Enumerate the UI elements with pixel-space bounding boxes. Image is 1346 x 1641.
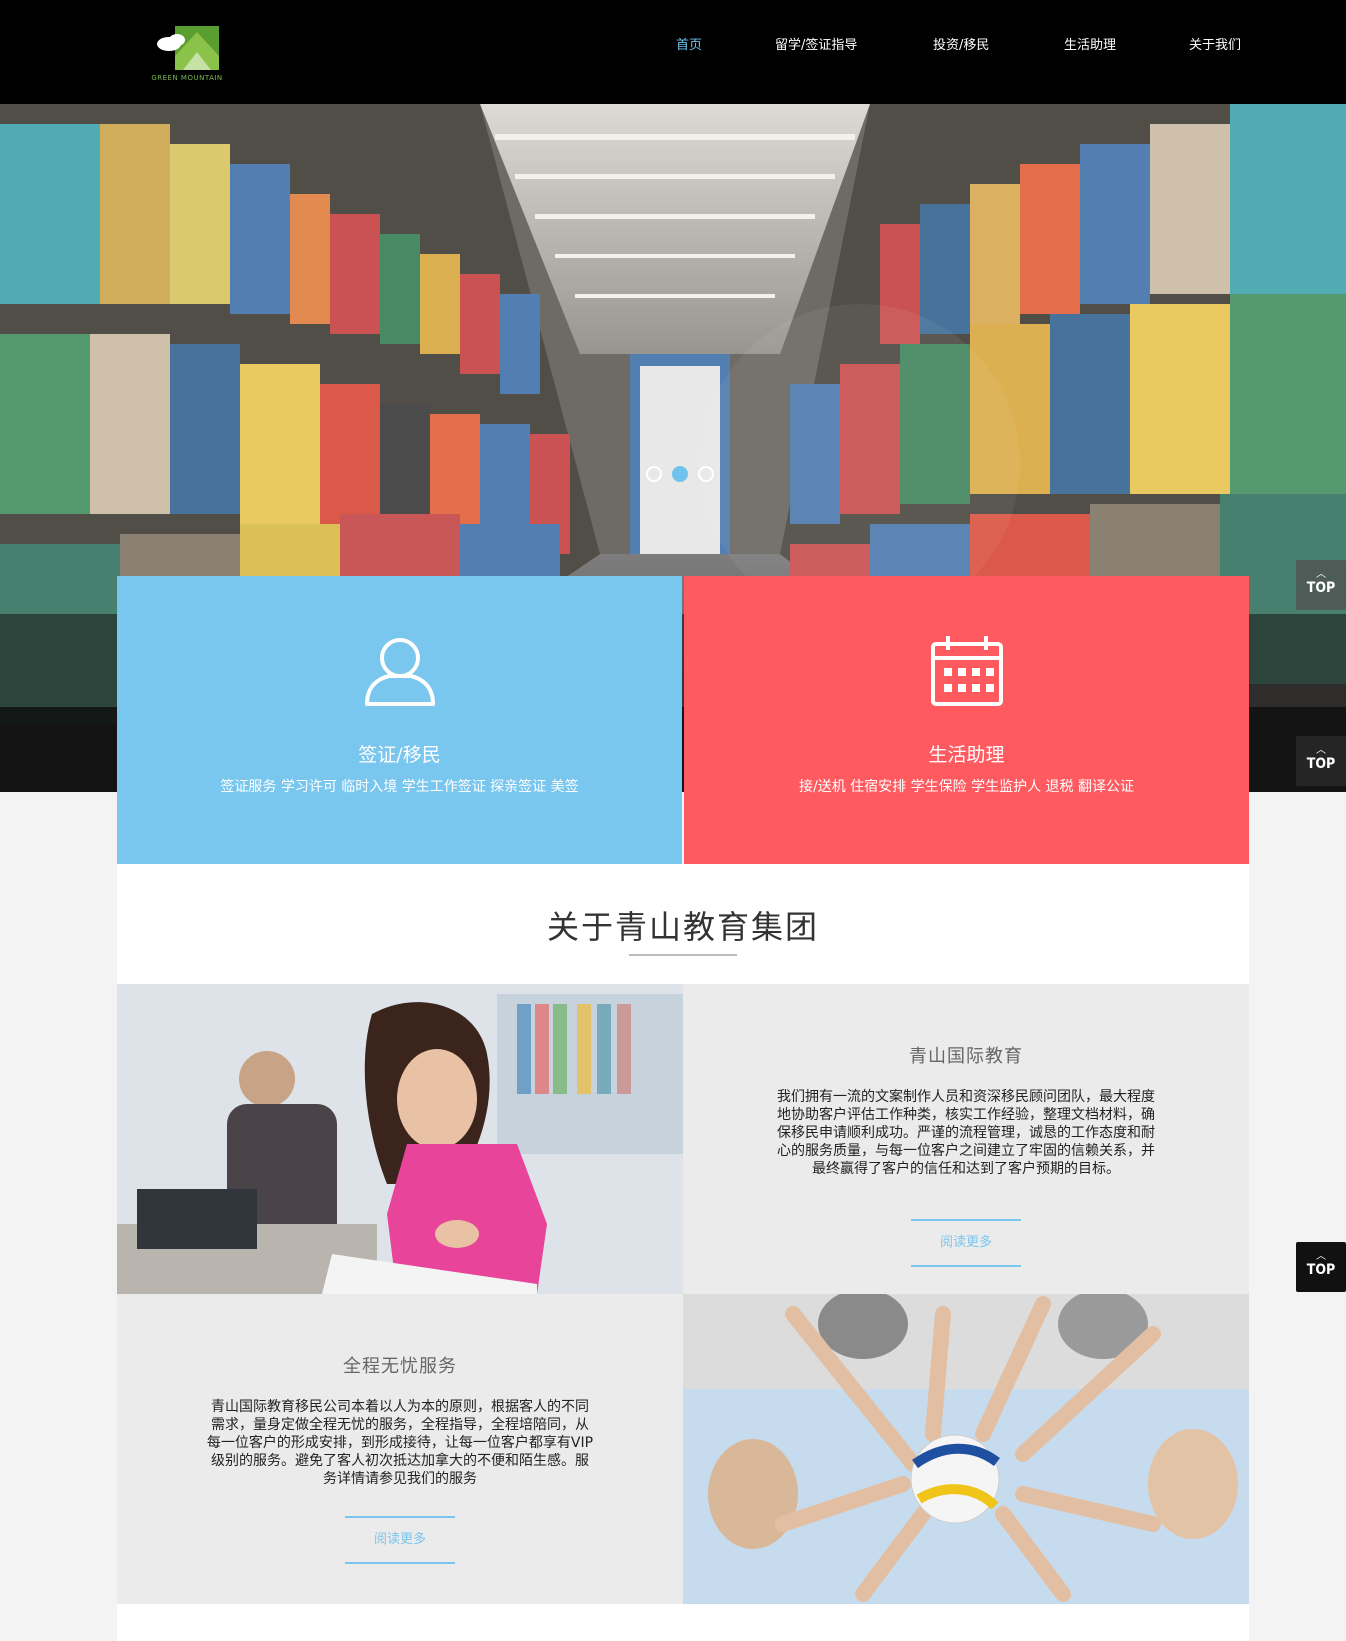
about-title: 关于青山教育集团 bbox=[546, 908, 819, 946]
main-nav: 首页 留学/签证指导 投资/移民 生活助理 关于我们 bbox=[0, 34, 1346, 58]
chevron-up-icon: ︿ bbox=[1316, 745, 1326, 756]
nav-study-visa[interactable]: 留学/签证指导 bbox=[775, 34, 857, 53]
tile-title: 生活助理 bbox=[928, 744, 1005, 766]
top-label: TOP bbox=[1306, 1262, 1336, 1278]
tile-life-assistant[interactable]: 生活助理 接/送机 住宿安排 学生保险 学生监护人 退税 翻译公证 bbox=[684, 576, 1249, 864]
back-to-top-button[interactable]: ︿ TOP bbox=[1296, 736, 1346, 786]
top-label: TOP bbox=[1306, 580, 1336, 596]
block-heading: 青山国际教育 bbox=[909, 1046, 1023, 1067]
chevron-up-icon: ︿ bbox=[1316, 1251, 1326, 1262]
nav-home[interactable]: 首页 bbox=[676, 34, 702, 53]
student-reading-photo bbox=[117, 984, 683, 1294]
calendar-icon bbox=[930, 636, 1003, 706]
logo-text: GREEN MOUNTAIN bbox=[151, 74, 223, 82]
team-volleyball-photo bbox=[683, 1294, 1249, 1604]
back-to-top-button[interactable]: ︿ TOP bbox=[1296, 560, 1346, 610]
chevron-up-icon: ︿ bbox=[1316, 569, 1326, 580]
slider-dot-3[interactable] bbox=[698, 466, 714, 482]
tile-subtitle: 签证服务 学习许可 临时入境 学生工作签证 探亲签证 美签 bbox=[220, 779, 579, 795]
title-divider bbox=[629, 954, 737, 956]
about-grid: 青山国际教育 我们拥有一流的文案制作人员和资深移民顾问团队，最大程度地协助客户评… bbox=[117, 984, 1249, 1604]
about-block-education: 青山国际教育 我们拥有一流的文案制作人员和资深移民顾问团队，最大程度地协助客户评… bbox=[683, 984, 1249, 1294]
block-body: 我们拥有一流的文案制作人员和资深移民顾问团队，最大程度地协助客户评估工作种类，核… bbox=[777, 1089, 1155, 1177]
nav-life-assistant[interactable]: 生活助理 bbox=[1064, 34, 1116, 53]
block-body: 青山国际教育移民公司本着以人为本的原则，根据客人的不同需求，量身定做全程无忧的服… bbox=[206, 1399, 594, 1487]
read-more-button[interactable]: 阅读更多 bbox=[345, 1516, 455, 1564]
tile-visa-immigration[interactable]: 签证/移民 签证服务 学习许可 临时入境 学生工作签证 探亲签证 美签 bbox=[117, 576, 682, 864]
nav-about-us[interactable]: 关于我们 bbox=[1189, 34, 1241, 53]
tile-title: 签证/移民 bbox=[358, 744, 441, 766]
site-header: GREEN MOUNTAIN 首页 留学/签证指导 投资/移民 生活助理 关于我… bbox=[0, 0, 1346, 104]
read-more-button[interactable]: 阅读更多 bbox=[911, 1219, 1021, 1267]
slider-dots bbox=[646, 466, 736, 490]
about-block-service: 全程无忧服务 青山国际教育移民公司本着以人为本的原则，根据客人的不同需求，量身定… bbox=[117, 1294, 683, 1604]
slider-dot-1[interactable] bbox=[646, 466, 662, 482]
slider-dot-2[interactable] bbox=[672, 466, 688, 482]
block-heading: 全程无忧服务 bbox=[343, 1356, 457, 1377]
nav-invest-immigration[interactable]: 投资/移民 bbox=[933, 34, 989, 53]
user-icon bbox=[364, 638, 435, 706]
tile-subtitle: 接/送机 住宿安排 学生保险 学生监护人 退税 翻译公证 bbox=[799, 779, 1134, 795]
about-section: 关于青山教育集团 青山国际教育 我们拥有一流的文案制作人员和资深移民顾问团队，最… bbox=[117, 864, 1249, 1641]
back-to-top-button[interactable]: ︿ TOP bbox=[1296, 1242, 1346, 1292]
top-label: TOP bbox=[1306, 756, 1336, 772]
